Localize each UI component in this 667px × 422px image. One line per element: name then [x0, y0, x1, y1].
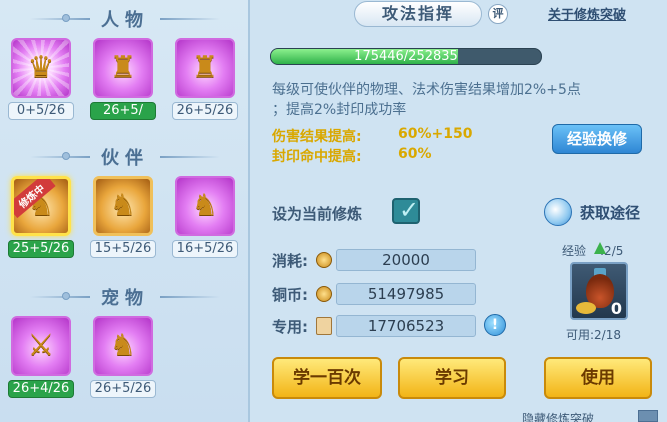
item-slot[interactable]: 0 [570, 262, 628, 320]
special-field: 17706523 [336, 315, 476, 337]
get-source-label: 获取途径 [580, 204, 641, 222]
level-badge: 26+5/26 [90, 380, 156, 398]
skill-icon[interactable]: ♞ [93, 316, 153, 376]
item-quantity: 0 [610, 299, 622, 318]
armor-icon: ♜ [109, 50, 137, 85]
set-current-checkbox[interactable]: ✓ [392, 196, 420, 224]
special-label: 专用: [272, 318, 308, 336]
stat1-label: 伤害结果提高: [272, 129, 362, 145]
skill-icon[interactable]: ♛ [11, 38, 71, 98]
learn-100-button[interactable]: 学一百次 [272, 357, 382, 399]
sword-icon: ⚔ [27, 328, 55, 363]
level-badge: 26+4/26 [8, 380, 74, 398]
skill-icon[interactable]: ⚔ [11, 316, 71, 376]
title-ornament-right [160, 156, 220, 158]
golden-figure-icon: ♛ [27, 50, 55, 85]
use-button[interactable]: 使用 [544, 357, 652, 399]
exp-label: 经验:2/5 [562, 242, 623, 259]
slot-partner-1[interactable]: ♞ 修炼中 25+5/26 [8, 176, 74, 258]
slot-character-3[interactable]: ♜ 26+5/26 [172, 38, 238, 120]
stat2-label: 封印命中提高: [272, 149, 362, 165]
detail-panel: 攻法指挥 评 关于修炼突破 175446/252835 每级可使伙伴的物理、法术… [252, 0, 667, 422]
skill-icon[interactable]: ♜ [93, 38, 153, 98]
level-badge: 16+5/26 [172, 240, 238, 258]
coins-field: 51497985 [336, 283, 476, 305]
progress-text: 175446/252835 [354, 49, 458, 64]
skill-description: 每级可使伙伴的物理、法术伤害结果增加2%+5点 ；提高2%封印成功率 [272, 80, 652, 120]
slot-pet-1[interactable]: ⚔ 26+4/26 [8, 316, 74, 398]
level-badge: 15+5/26 [90, 240, 156, 258]
desc-line-1: 每级可使伙伴的物理、法术伤害结果增加2%+5点 [272, 82, 581, 98]
desc-line-2: ；提高2%封印成功率 [272, 102, 407, 118]
exp-label-text: 经验 [562, 244, 587, 258]
stat2-value: 60% [398, 146, 432, 162]
cost-label: 消耗: [272, 252, 308, 270]
learn-button[interactable]: 学习 [398, 357, 506, 399]
cost-field: 20000 [336, 249, 476, 271]
rate-icon[interactable]: 评 [488, 4, 508, 24]
exp-progress-bar: 175446/252835 [270, 48, 542, 65]
cultivation-window: 人物 ♛ 0+5/26 ♜ 26+5/ ♜ 26+5/26 伙伴 ♞ 修炼中 2… [0, 0, 667, 422]
level-badge: 0+5/26 [8, 102, 74, 120]
beast-icon: ♞ [191, 188, 219, 223]
coin-icon [316, 286, 332, 302]
cat-icon: ♞ [109, 328, 137, 363]
title-ornament-right [160, 18, 220, 20]
slot-partner-2[interactable]: ♞ 15+5/26 [90, 176, 156, 258]
skill-icon[interactable]: ♜ [175, 38, 235, 98]
skill-icon[interactable]: ♞ [175, 176, 235, 236]
available-count: 可用:2/18 [566, 328, 621, 342]
stat1-value: 60%+150 [398, 126, 473, 142]
level-badge: 25+5/26 [8, 240, 74, 258]
slot-pet-2[interactable]: ♞ 26+5/26 [90, 316, 156, 398]
coins-label: 铜币: [272, 286, 308, 304]
exp-exchange-button[interactable]: 经验换修 [552, 124, 642, 154]
beast-icon: ♞ [109, 188, 137, 223]
title-ornament-right [160, 296, 220, 298]
gold-coins-icon [576, 302, 596, 314]
diamond-icon [544, 198, 572, 226]
info-icon[interactable]: ! [484, 314, 506, 336]
slot-partner-3[interactable]: ♞ 16+5/26 [172, 176, 238, 258]
skill-title-tab: 攻法指挥 [354, 1, 482, 27]
hide-breakthrough-label: 隐藏修炼突破 [522, 412, 595, 422]
coin-icon [316, 252, 332, 268]
armor-icon: ♜ [191, 50, 219, 85]
about-breakthrough-link[interactable]: 关于修炼突破 [548, 4, 626, 23]
level-badge: 26+5/26 [172, 102, 238, 120]
set-current-label: 设为当前修炼 [272, 205, 363, 223]
skill-icon[interactable]: ♞ [93, 176, 153, 236]
hide-breakthrough-toggle[interactable] [638, 410, 658, 422]
slot-character-1[interactable]: ♛ 0+5/26 [8, 38, 74, 120]
skill-icon[interactable]: ♞ 修炼中 [11, 176, 71, 236]
target-list-panel: 人物 ♛ 0+5/26 ♜ 26+5/ ♜ 26+5/26 伙伴 ♞ 修炼中 2… [0, 0, 250, 422]
checkmark-icon: ✓ [399, 196, 420, 224]
level-badge: 26+5/ [90, 102, 156, 120]
voucher-icon [316, 317, 332, 335]
up-arrow-icon [594, 242, 606, 254]
slot-character-2[interactable]: ♜ 26+5/ [90, 38, 156, 120]
